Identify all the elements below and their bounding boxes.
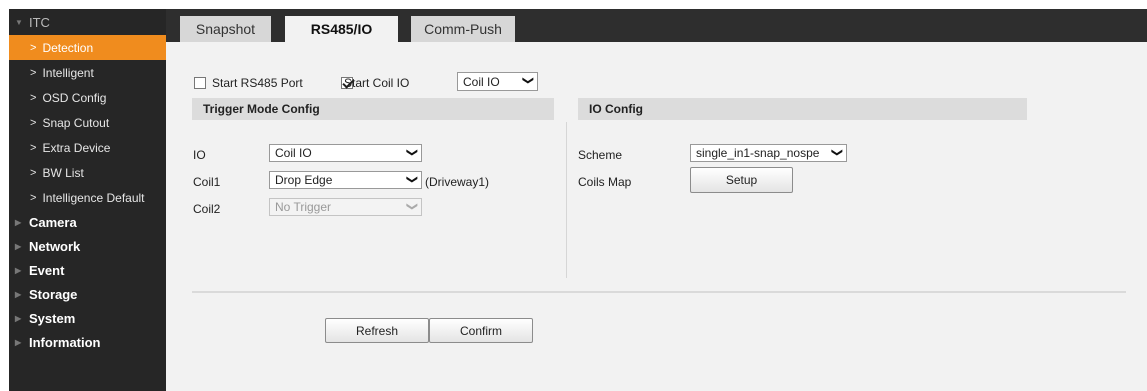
sidebar-item-label: Snap Cutout: [42, 115, 110, 130]
sidebar-item-intelligent[interactable]: > Intelligent: [9, 60, 166, 85]
chevron-down-icon: ❯: [405, 174, 418, 185]
collapsed-triangle-icon: ▶: [15, 337, 22, 347]
sidebar-item-osd-config[interactable]: > OSD Config: [9, 85, 166, 110]
collapsed-triangle-icon: ▶: [15, 241, 22, 251]
io-mode-select[interactable]: Coil IO ❯: [457, 72, 538, 91]
select-value: No Trigger: [275, 200, 332, 214]
sidebar-item-detection[interactable]: > Detection: [9, 35, 166, 60]
coils-map-label: Coils Map: [578, 175, 632, 189]
coil1-driveway-note: (Driveway1): [425, 175, 490, 189]
sidebar-section-label: Storage: [29, 286, 78, 302]
io-label: IO: [193, 148, 206, 162]
sidebar-section-label: System: [29, 310, 76, 326]
start-coil-io-label: Start Coil IO: [344, 76, 410, 90]
collapsed-triangle-icon: ▶: [15, 217, 22, 227]
tab-bar: Snapshot RS485/IO Comm-Push: [166, 9, 1147, 42]
start-rs485-label: Start RS485 Port: [212, 76, 303, 90]
chevron-right-icon: >: [30, 66, 37, 79]
sidebar-item-label: Intelligent: [42, 65, 94, 80]
tab-snapshot[interactable]: Snapshot: [180, 16, 271, 42]
collapsed-triangle-icon: ▶: [15, 289, 22, 299]
sidebar-section-system[interactable]: ▶ System: [9, 306, 166, 330]
setup-button[interactable]: Setup: [690, 167, 793, 193]
scheme-label: Scheme: [578, 148, 623, 162]
sidebar-section-label: Information: [29, 334, 101, 350]
select-value: Coil IO: [275, 146, 312, 160]
sidebar-section-label: Camera: [29, 214, 77, 230]
sidebar-item-bw-list[interactable]: > BW List: [9, 160, 166, 185]
coil1-label: Coil1: [193, 175, 221, 189]
select-value: Coil IO: [463, 74, 500, 89]
chevron-right-icon: >: [30, 41, 37, 54]
select-value: single_in1-snap_nospe: [696, 146, 820, 160]
main-content: Start RS485 Port Start Coil IO Coil IO ❯…: [166, 42, 1147, 391]
sidebar-item-label: BW List: [42, 165, 84, 180]
sidebar-section-camera[interactable]: ▶ Camera: [9, 210, 166, 234]
collapsed-triangle-icon: ▶: [15, 313, 22, 323]
panel-divider: [566, 122, 567, 278]
io-config-header: IO Config: [578, 98, 1027, 120]
sidebar-section-label: Network: [29, 238, 81, 254]
tab-comm-push[interactable]: Comm-Push: [411, 16, 515, 42]
chevron-right-icon: >: [30, 91, 37, 104]
sidebar-item-label: Detection: [42, 40, 94, 55]
chevron-right-icon: >: [30, 141, 37, 154]
sidebar-item-label: Intelligence Default: [42, 190, 145, 205]
sidebar-section-label: ITC: [29, 14, 50, 30]
sidebar-section-label: Event: [29, 262, 65, 278]
chevron-down-icon: ❯: [521, 75, 534, 86]
sidebar-section-information[interactable]: ▶ Information: [9, 330, 166, 354]
sidebar-item-intelligence-default[interactable]: > Intelligence Default: [9, 185, 166, 210]
start-rs485-checkbox[interactable]: [194, 77, 206, 89]
tab-rs485-io[interactable]: RS485/IO: [285, 16, 398, 42]
sidebar-section-network[interactable]: ▶ Network: [9, 234, 166, 258]
coil1-select[interactable]: Drop Edge ❯: [269, 171, 422, 189]
chevron-down-icon: ❯: [405, 201, 418, 212]
sidebar-section-storage[interactable]: ▶ Storage: [9, 282, 166, 306]
io-select[interactable]: Coil IO ❯: [269, 144, 422, 162]
coil2-label: Coil2: [193, 202, 221, 216]
collapsed-triangle-icon: ▶: [15, 265, 22, 275]
sidebar-item-label: Extra Device: [42, 140, 111, 155]
scheme-select[interactable]: single_in1-snap_nospe ❯: [690, 144, 847, 162]
trigger-mode-config-header: Trigger Mode Config: [192, 98, 554, 120]
sidebar-section-itc[interactable]: ▼ ITC: [9, 9, 166, 35]
coil2-select: No Trigger ❯: [269, 198, 422, 216]
sidebar-item-label: OSD Config: [42, 90, 107, 105]
chevron-right-icon: >: [30, 166, 37, 179]
chevron-down-icon: ❯: [830, 147, 843, 158]
expanded-triangle-icon: ▼: [15, 17, 23, 27]
confirm-button[interactable]: Confirm: [429, 318, 533, 343]
sidebar: ▼ ITC > Detection > Intelligent > OSD Co…: [9, 9, 166, 391]
sidebar-section-event[interactable]: ▶ Event: [9, 258, 166, 282]
refresh-button[interactable]: Refresh: [325, 318, 429, 343]
chevron-right-icon: >: [30, 116, 37, 129]
action-separator: [192, 291, 1126, 293]
sidebar-item-extra-device[interactable]: > Extra Device: [9, 135, 166, 160]
sidebar-item-snap-cutout[interactable]: > Snap Cutout: [9, 110, 166, 135]
chevron-down-icon: ❯: [405, 147, 418, 158]
chevron-right-icon: >: [30, 191, 37, 204]
select-value: Drop Edge: [275, 173, 333, 187]
